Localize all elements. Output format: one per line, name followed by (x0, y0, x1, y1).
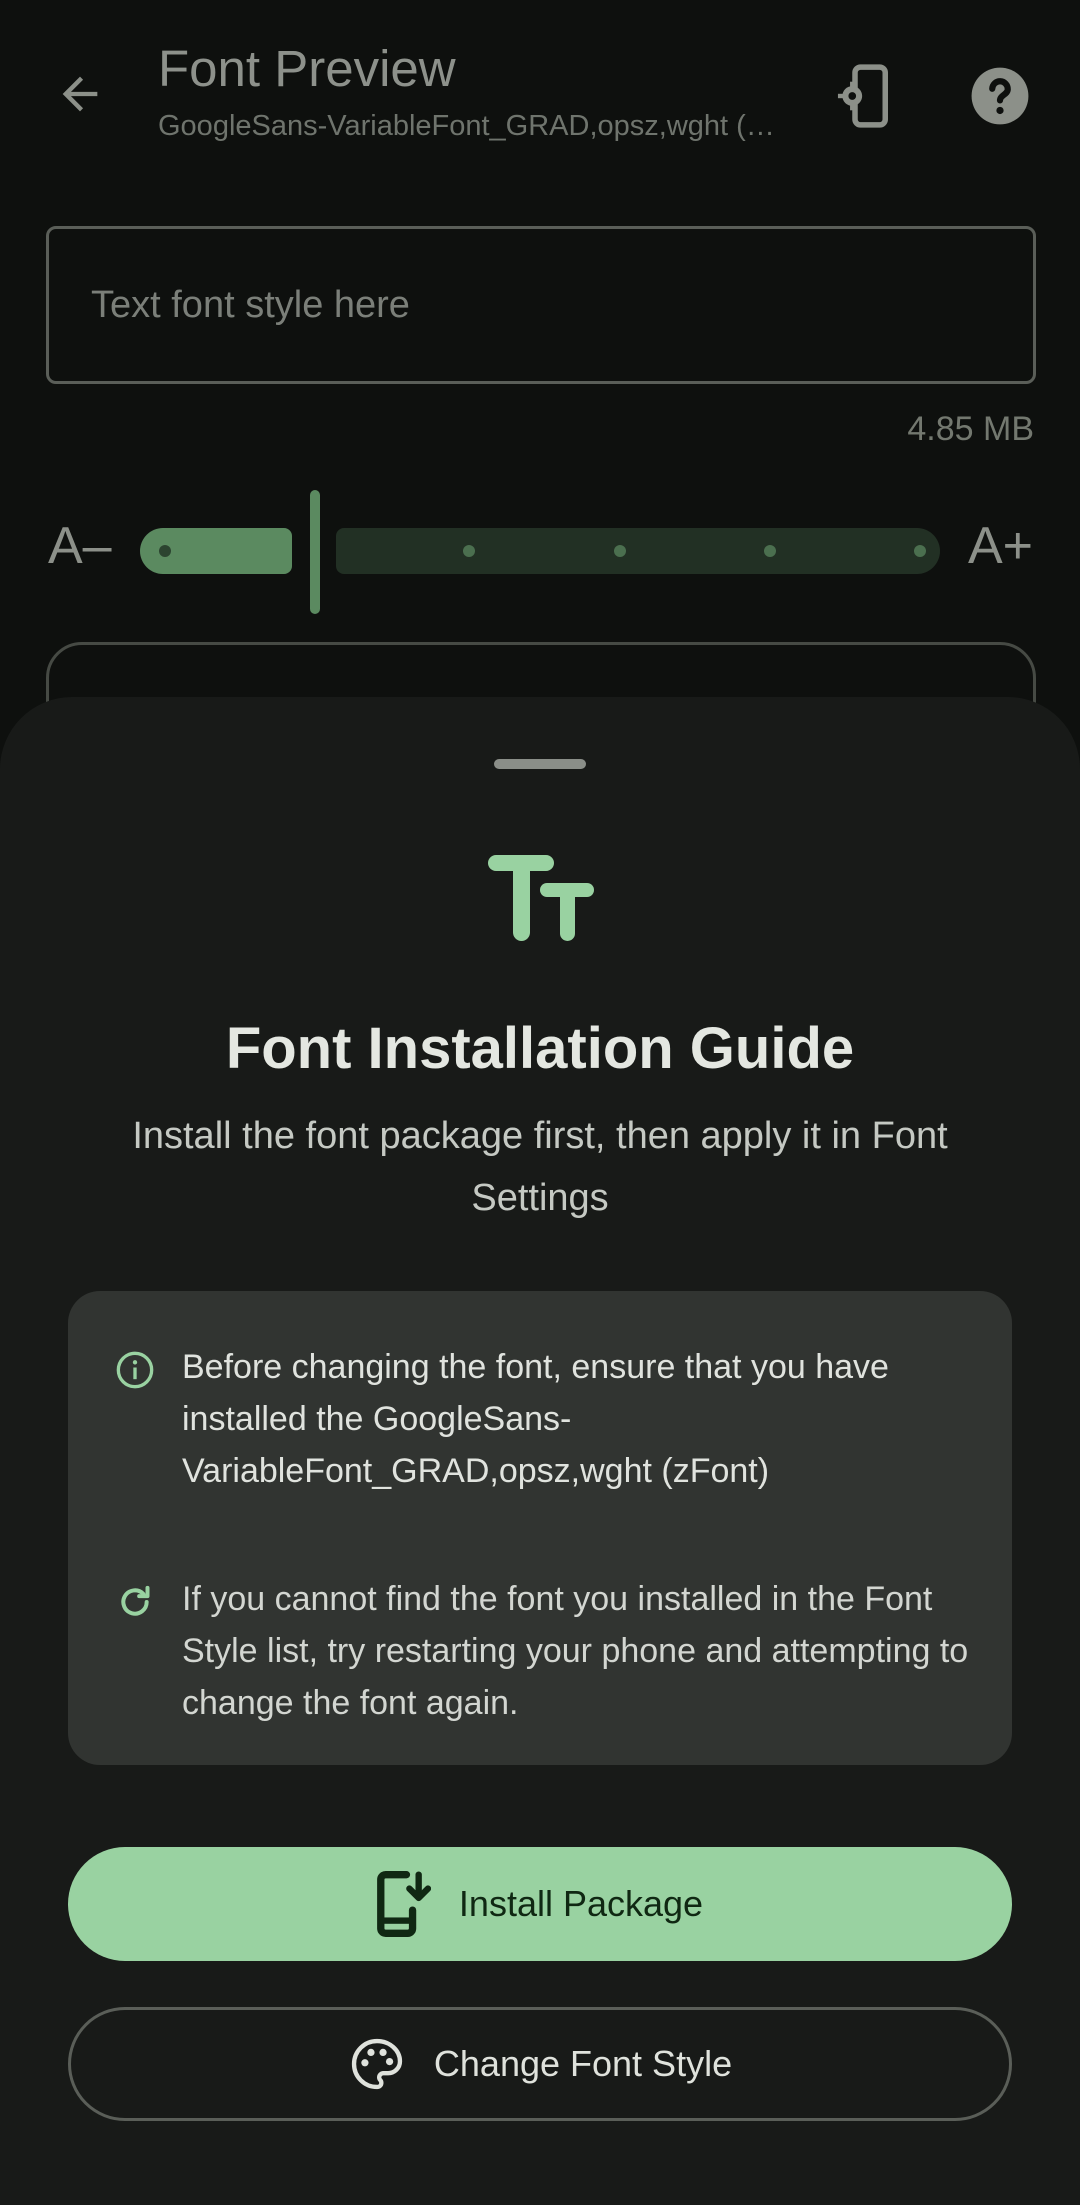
install-package-label: Install Package (458, 1883, 704, 1924)
slider-thumb[interactable] (310, 490, 320, 614)
refresh-icon (121, 1585, 150, 1616)
slider-tick (159, 545, 171, 557)
help-button[interactable] (960, 56, 1040, 136)
install-package-button[interactable]: Install Package (68, 1847, 1012, 1961)
info-item-text: If you cannot find the font you installe… (182, 1580, 969, 1722)
info-card: Before changing the font, ensure that yo… (68, 1291, 1012, 1765)
page-title: Font Preview (158, 40, 456, 97)
install-mobile-icon (377, 1871, 431, 1937)
decrease-size-button[interactable]: A– (48, 516, 112, 576)
slider-inactive-track (336, 528, 940, 574)
device-settings-button[interactable] (826, 56, 906, 136)
preview-text-field[interactable] (46, 226, 1036, 384)
top-app-bar: Font Preview GoogleSans-VariableFont_GRA… (0, 0, 1080, 190)
slider-tick (914, 545, 926, 557)
slider-tick (764, 545, 776, 557)
slider-tick (463, 545, 475, 557)
font-size-slider[interactable] (140, 486, 940, 616)
sheet-title: Font Installation Guide (225, 1016, 855, 1081)
help-icon (971, 67, 1029, 125)
installation-guide-sheet: Font Installation Guide Install the font… (0, 697, 1080, 2205)
preview-text-input[interactable] (49, 229, 1033, 381)
change-font-style-label: Change Font Style (433, 2043, 733, 2084)
text-fields-icon (488, 855, 594, 941)
sheet-subtitle: Install the font package first, then app… (132, 1115, 948, 1219)
slider-tick (614, 545, 626, 557)
arrow-back-icon (62, 76, 98, 112)
info-icon (116, 1351, 154, 1389)
increase-size-button[interactable]: A+ (968, 516, 1033, 576)
page-subtitle: GoogleSans-VariableFont_GRAD,opsz,wght (… (158, 110, 788, 142)
back-button[interactable] (44, 58, 116, 130)
file-size-label: 4.85 MB (907, 410, 1034, 448)
change-font-style-button[interactable]: Change Font Style (68, 2007, 1012, 2121)
device-settings-icon (837, 64, 888, 128)
font-preview-screen: Font Preview GoogleSans-VariableFont_GRA… (0, 0, 1080, 2205)
title-block: Font Preview GoogleSans-VariableFont_GRA… (158, 36, 798, 146)
drag-handle[interactable] (494, 759, 586, 769)
info-item-text: Before changing the font, ensure that yo… (182, 1348, 889, 1490)
palette-icon (351, 2038, 403, 2090)
